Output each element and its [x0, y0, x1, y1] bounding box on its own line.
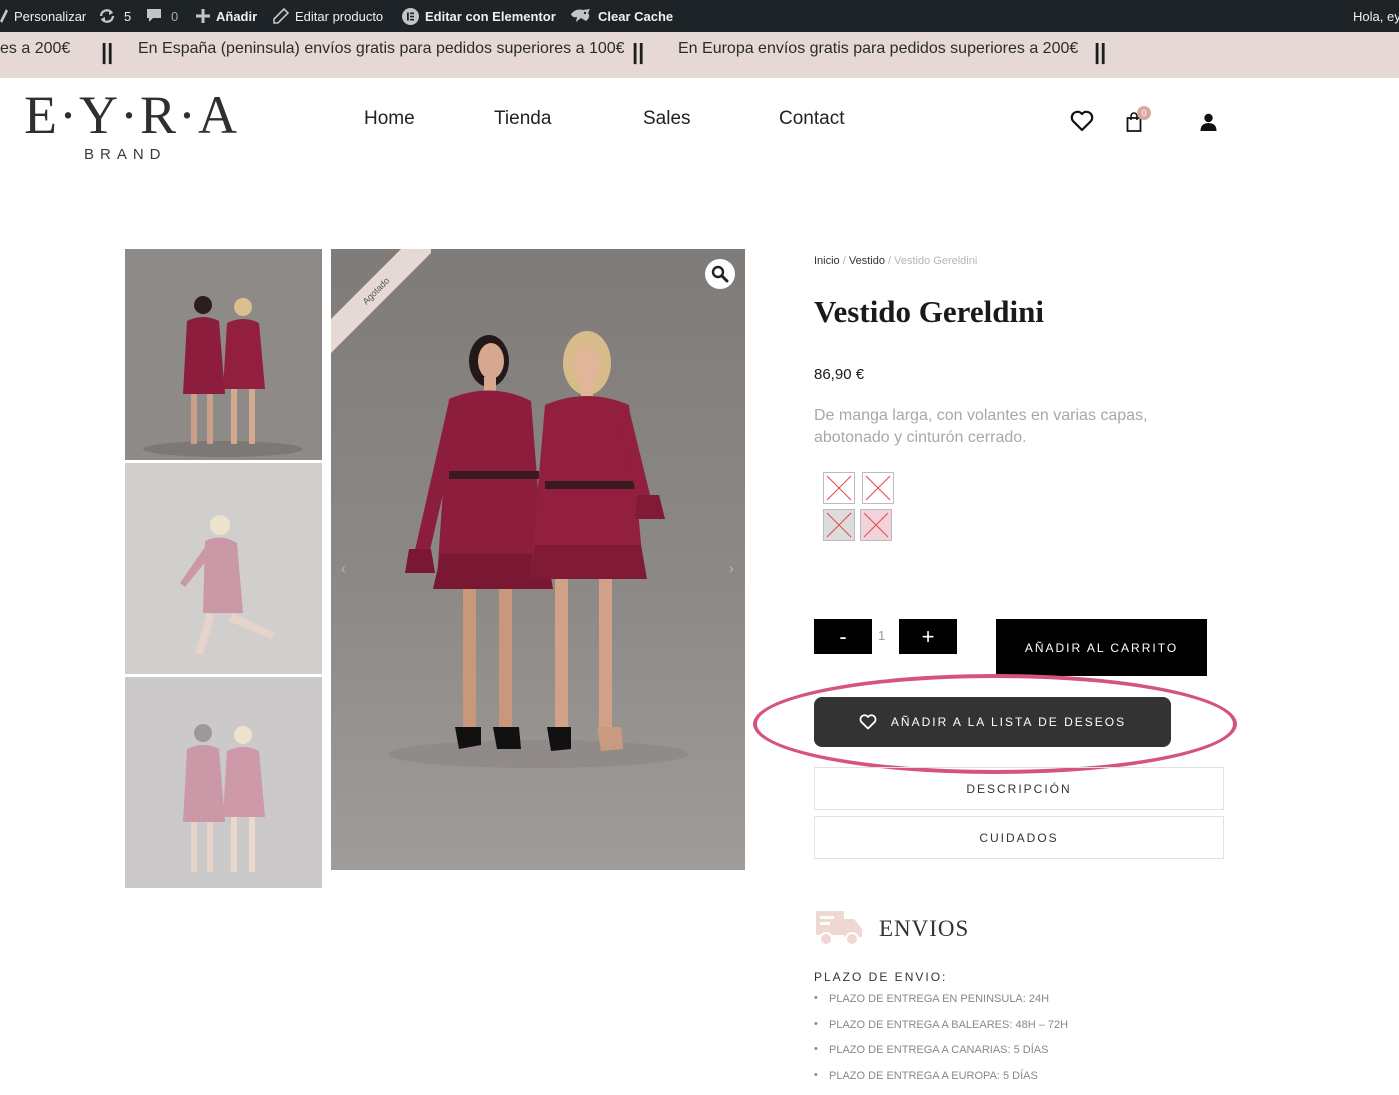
refresh-icon	[98, 8, 116, 24]
add-new-link[interactable]: Añadir	[196, 0, 257, 32]
quantity-input[interactable]: 1	[878, 628, 885, 643]
heart-icon[interactable]	[1070, 110, 1094, 132]
delivery-truck-icon	[814, 907, 864, 949]
tab-cuidados[interactable]: CUIDADOS	[814, 816, 1224, 859]
comments-link[interactable]: 0	[147, 0, 178, 32]
cheetah-icon	[570, 8, 592, 24]
product-price: 86,90 €	[814, 366, 864, 383]
color-swatch-unavailable[interactable]	[860, 509, 892, 541]
list-item: PLAZO DE ENTREGA EN PENINSULA: 24H	[814, 993, 1068, 1019]
site-logo[interactable]: E·Y·R·A BRAND	[24, 88, 228, 168]
shipping-subtitle: PLAZO DE ENVIO:	[814, 970, 947, 984]
nav-home[interactable]: Home	[364, 108, 415, 130]
quantity-plus-button[interactable]: +	[899, 619, 957, 654]
sold-out-ribbon: Agotado	[331, 249, 431, 359]
sold-out-badge: Agotado	[331, 249, 431, 359]
breadcrumb-link-vestido[interactable]: Vestido	[849, 255, 885, 267]
nav-tienda[interactable]: Tienda	[494, 108, 551, 130]
size-swatch-unavailable[interactable]	[823, 472, 855, 504]
cross-icon	[824, 473, 854, 503]
user-icon[interactable]	[1200, 113, 1217, 131]
annotation-highlight-ellipse	[753, 674, 1237, 774]
prev-arrow-icon[interactable]: ‹	[341, 560, 346, 576]
announcement-separator: ||	[632, 39, 644, 65]
announcement-spain: En España (peninsula) envíos gratis para…	[138, 40, 625, 58]
announcement-bar: es a 200€ || En España (peninsula) envío…	[0, 32, 1399, 78]
breadcrumb-current: Vestido Gereldini	[894, 255, 977, 267]
announcement-separator: ||	[1094, 39, 1106, 65]
list-item: PLAZO DE ENTREGA A BALEARES: 48H – 72H	[814, 1019, 1068, 1045]
gallery-thumbnail[interactable]	[125, 677, 322, 888]
breadcrumb-link-inicio[interactable]: Inicio	[814, 255, 840, 267]
announcement-separator: ||	[101, 39, 113, 65]
color-swatch-unavailable[interactable]	[823, 509, 855, 541]
admin-bar: Personalizar 5 0 Añadir Editar producto …	[0, 0, 1399, 32]
nav-sales[interactable]: Sales	[643, 108, 691, 130]
nav-contact[interactable]: Contact	[779, 108, 844, 130]
pencil-icon	[0, 9, 8, 23]
elementor-link[interactable]: Editar con Elementor	[402, 0, 556, 32]
edit-product-link[interactable]: Editar producto	[273, 0, 383, 32]
product-title: Vestido Gereldini	[814, 294, 1044, 330]
list-item: PLAZO DE ENTREGA A CANARIAS: 5 DÍAS	[814, 1044, 1068, 1070]
plus-icon	[196, 9, 210, 23]
cart-count-badge: 0	[1137, 106, 1151, 120]
gallery-thumbnail[interactable]	[125, 249, 322, 460]
cross-icon	[863, 473, 893, 503]
add-to-cart-button[interactable]: AÑADIR AL CARRITO	[996, 619, 1207, 676]
product-photo-two-models	[125, 249, 322, 460]
magnifier-icon	[711, 265, 729, 283]
product-description: De manga larga, con volantes en varias c…	[814, 405, 1194, 449]
list-item: PLAZO DE ENTREGA A EUROPA: 5 DÍAS	[814, 1070, 1068, 1095]
product-photo-jumping-model	[125, 463, 322, 674]
zoom-button[interactable]	[705, 259, 735, 289]
tab-descripcion[interactable]: DESCRIPCIÓN	[814, 767, 1224, 810]
size-swatch-unavailable[interactable]	[862, 472, 894, 504]
product-photo-two-models	[125, 677, 322, 888]
gallery-thumbnail[interactable]	[125, 463, 322, 674]
customize-link[interactable]: Personalizar	[0, 0, 86, 32]
breadcrumb: Inicio / Vestido / Vestido Gereldini	[814, 255, 977, 267]
elementor-icon	[402, 8, 419, 25]
updates-link[interactable]: 5	[98, 0, 131, 32]
cross-icon	[861, 510, 891, 540]
announcement-europe: En Europa envíos gratis para pedidos sup…	[678, 40, 1078, 58]
comment-icon	[147, 9, 161, 23]
announcement-fragment: es a 200€	[0, 40, 70, 58]
quantity-minus-button[interactable]: -	[814, 619, 872, 654]
cross-icon	[824, 510, 854, 540]
shipping-title: ENVIOS	[879, 916, 969, 942]
account-greeting[interactable]: Hola, ey	[1353, 0, 1399, 32]
edit-icon	[273, 8, 289, 24]
clear-cache-link[interactable]: Clear Cache	[570, 0, 673, 32]
next-arrow-icon[interactable]: ›	[729, 560, 734, 576]
